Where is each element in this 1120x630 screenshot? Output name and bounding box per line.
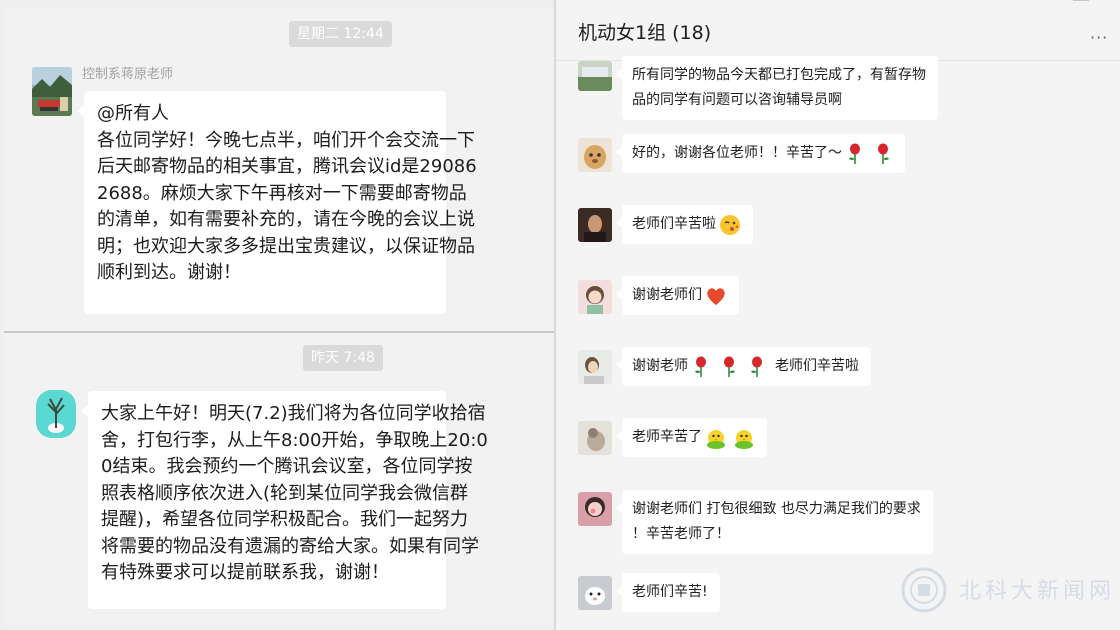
message-bubble[interactable]: 谢谢老师们 打包很细致 也尽力满足我们的要求 ！辛苦老师了！: [616, 490, 933, 554]
avatar[interactable]: [578, 138, 612, 172]
message-bubble[interactable]: 大家上午好！明天(7.2)我们将为各位同学收拾宿 舍，打包行李，从上午8:00开…: [81, 391, 488, 609]
avatar[interactable]: [578, 350, 612, 384]
message-line: 2688。麻烦大家下午再核对一下需要邮寄物品: [97, 182, 467, 204]
message-text-after: 老师们辛苦啦: [775, 358, 859, 374]
chick-icon: [733, 427, 755, 449]
message-line: 所有同学的物品今天都已打包完成了，有暂存物: [632, 67, 926, 83]
kiss-emoji-icon: [719, 214, 741, 236]
avatar[interactable]: [578, 576, 612, 610]
message-line: 谢谢老师们 打包很细致 也尽力满足我们的要求: [632, 501, 921, 517]
timestamp-badge: 星期二 12:44: [289, 21, 392, 47]
message-line: 有特殊要求可以提前联系我，谢谢！: [101, 562, 389, 583]
window-edge: [1073, 0, 1089, 4]
heart-icon: [705, 286, 727, 306]
sender-name[interactable]: 控制系蒋原老师: [82, 63, 173, 82]
chick-icon: [705, 427, 727, 449]
message-line: 品的同学有问题可以咨询辅导员啊: [632, 92, 842, 108]
message-line: @所有人: [97, 103, 169, 124]
message-bubble[interactable]: @所有人 各位同学好！今晚七点半，咱们开个会交流一下 后天邮寄物品的相关事宜，腾…: [77, 91, 477, 314]
message-line: ！辛苦老师了！: [632, 526, 730, 542]
message-line: 明；也欢迎大家多多提出宝贵建议，以保证物品: [97, 235, 475, 257]
message-text: 老师们辛苦!: [632, 584, 708, 600]
message-line: 舍，打包行李，从上午8:00开始，争取晚上20:0: [101, 429, 488, 451]
avatar[interactable]: [36, 390, 76, 438]
avatar[interactable]: [32, 67, 72, 116]
message-text: 老师辛苦了: [632, 429, 702, 445]
message-text: 谢谢老师: [632, 358, 688, 374]
message-text: 谢谢老师们: [632, 287, 702, 303]
avatar[interactable]: [578, 61, 612, 91]
message-bubble[interactable]: 所有同学的物品今天都已打包完成了，有暂存物 品的同学有问题可以咨询辅导员啊: [616, 56, 938, 120]
more-options-button[interactable]: ···: [1090, 28, 1108, 47]
message-bubble[interactable]: 老师们辛苦啦: [616, 205, 753, 244]
message-line: 顺利到达。谢谢！: [97, 262, 241, 283]
left-column: 星期二 12:44 控制系蒋原老师 @所有人 各位同学好！今晚七点半，咱们开个会…: [0, 0, 554, 630]
wechat-window: 星期二 12:44 控制系蒋原老师 @所有人 各位同学好！今晚七点半，咱们开个会…: [0, 0, 1120, 630]
message-line: 后天邮寄物品的相关事宜，腾讯会议id是29086: [97, 156, 477, 177]
chat-header: 机动女1组 (18) ···: [556, 0, 1120, 61]
message-bubble[interactable]: 谢谢老师们: [616, 276, 739, 315]
rose-icon: [747, 356, 767, 378]
watermark: 北科大新闻网: [899, 567, 1111, 613]
avatar[interactable]: [578, 421, 612, 455]
message-line: 的清单，如有需要补充的，请在今晚的会议上说: [97, 209, 475, 230]
avatar[interactable]: [578, 280, 612, 314]
avatar[interactable]: [578, 208, 612, 242]
watermark-text: 北科大新闻网: [959, 579, 1116, 604]
message-line: 将需要的物品没有遗漏的寄给大家。如果有同学: [101, 535, 479, 557]
message-bubble[interactable]: 老师辛苦了: [616, 418, 767, 457]
message-text: 老师们辛苦啦: [632, 216, 716, 232]
message-line: 照表格顺序依次进入(轮到某位同学我会微信群: [101, 482, 469, 504]
rose-icon: [719, 356, 739, 378]
message-line: 0结束。我会预约一个腾讯会议室，各位同学按: [101, 456, 473, 477]
message-line: 提醒)，希望各位同学积极配合。我们一起努力: [101, 509, 469, 530]
message-line: 大家上午好！明天(7.2)我们将为各位同学收拾宿: [101, 403, 486, 424]
message-bubble[interactable]: 老师们辛苦!: [616, 573, 720, 612]
message-bubble[interactable]: 谢谢老师 老师们辛苦啦: [616, 347, 871, 386]
avatar[interactable]: [578, 492, 612, 526]
message-line: 各位同学好！今晚七点半，咱们开个会交流一下: [97, 129, 475, 151]
rose-icon: [845, 143, 865, 165]
timestamp-badge: 昨天 7:48: [303, 345, 383, 371]
message-text: 好的，谢谢各位老师！！辛苦了～: [632, 145, 842, 161]
group-title: 机动女1组 (18): [578, 22, 712, 44]
message-bubble[interactable]: 好的，谢谢各位老师！！辛苦了～: [616, 134, 905, 173]
group-chat-panel: 机动女1组 (18) ··· 所有同学的物品今天都已打包完成了，有暂存物 品的同…: [556, 0, 1120, 630]
rose-icon: [691, 356, 711, 378]
rose-icon: [873, 143, 893, 165]
